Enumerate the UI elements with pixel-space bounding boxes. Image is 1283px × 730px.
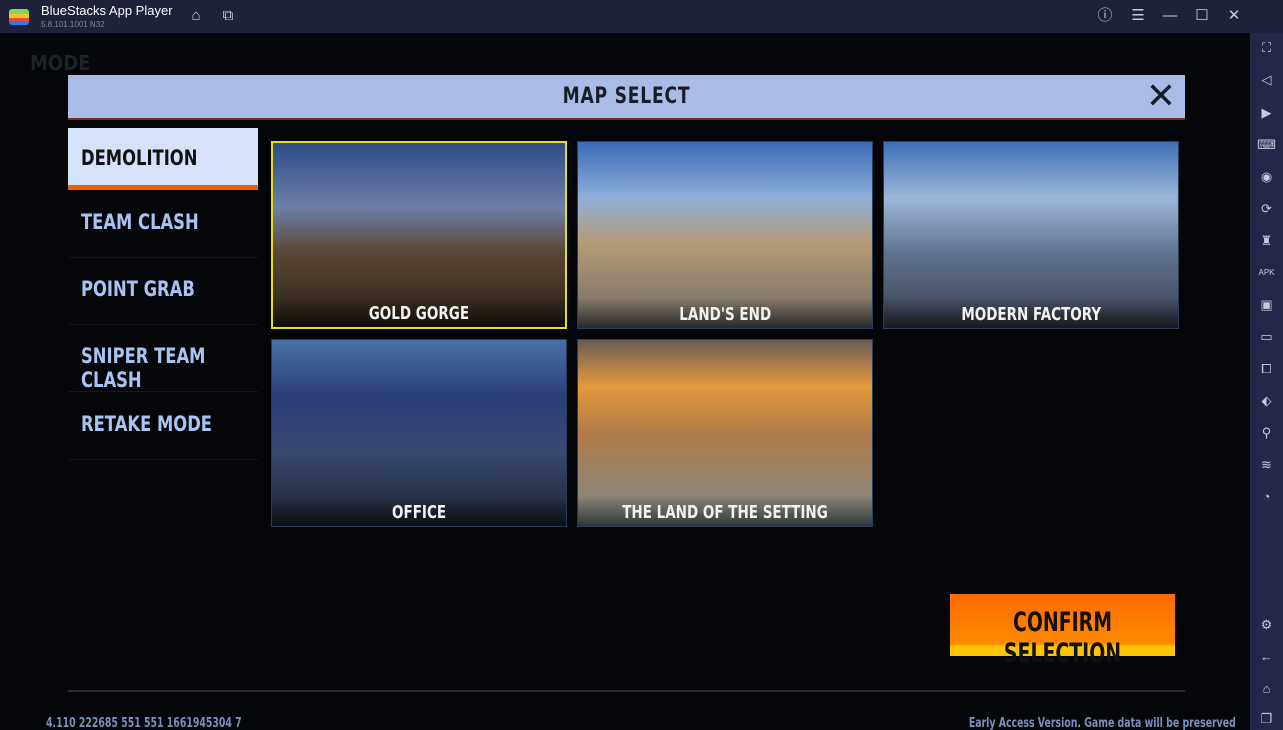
- app-version: 5.8.101.1001 N32: [41, 20, 105, 29]
- early-access-notice: Early Access Version. Game data will be …: [969, 716, 1236, 730]
- modal-header: MAP SELECT ✕: [68, 75, 1185, 120]
- location-icon[interactable]: ⚲: [1257, 423, 1276, 442]
- map-label: LAND'S END: [679, 304, 771, 325]
- volume-mute-icon[interactable]: ◁: [1257, 70, 1276, 89]
- bluestacks-logo: [9, 9, 29, 25]
- modal-title: MAP SELECT: [562, 84, 691, 109]
- map-label: OFFICE: [391, 502, 447, 523]
- background-mode-label: MODE: [30, 51, 91, 75]
- map-lands-end[interactable]: LAND'S END: [577, 141, 873, 329]
- rotate-sync-icon[interactable]: ⟳: [1257, 199, 1276, 218]
- mode-sniper-team-clash[interactable]: SNIPER TEAM CLASH: [68, 326, 258, 392]
- map-label: THE LAND OF THE SETTING SUN: [622, 502, 828, 526]
- layers-icon[interactable]: ≋: [1257, 455, 1276, 474]
- multi-screen-icon[interactable]: ⧠: [1257, 359, 1276, 378]
- close-modal-icon[interactable]: ✕: [1145, 78, 1177, 114]
- map-the-land-of-the-setting-sun[interactable]: THE LAND OF THE SETTING SUN: [577, 339, 873, 527]
- apk-icon[interactable]: APK: [1257, 263, 1276, 282]
- maximize-icon[interactable]: ☐: [1192, 7, 1212, 25]
- macro-icon[interactable]: ♜: [1257, 231, 1276, 250]
- eco-mode-icon[interactable]: ◔: [1257, 487, 1276, 506]
- home-icon[interactable]: ⌂: [1257, 679, 1276, 698]
- record-icon[interactable]: ◉: [1257, 167, 1276, 186]
- mode-point-grab[interactable]: POINT GRAB: [68, 259, 258, 325]
- map-office[interactable]: OFFICE: [271, 339, 567, 527]
- title-bar: BlueStacks App Player 5.8.101.1001 N32 ⌂…: [0, 0, 1283, 33]
- app-title: BlueStacks App Player: [41, 3, 173, 18]
- fullscreen-icon[interactable]: ⛶: [1257, 38, 1276, 57]
- mode-team-clash[interactable]: TEAM CLASH: [68, 192, 258, 258]
- close-icon[interactable]: ✕: [1224, 7, 1244, 25]
- shake-icon[interactable]: ⬖: [1257, 391, 1276, 410]
- mode-label: DEMOLITION: [81, 146, 198, 170]
- map-label: GOLD GORGE: [368, 303, 470, 324]
- minimize-icon[interactable]: —: [1160, 7, 1180, 25]
- back-icon[interactable]: ←: [1257, 647, 1276, 666]
- pointer-icon[interactable]: ▶: [1257, 103, 1276, 122]
- mode-demolition[interactable]: DEMOLITION: [68, 128, 258, 190]
- map-modern-factory[interactable]: MODERN FACTORY: [883, 141, 1179, 329]
- divider: [68, 690, 1185, 692]
- mode-label: RETAKE MODE: [81, 412, 212, 436]
- confirm-label: CONFIRM SELECTION: [1003, 607, 1122, 669]
- multi-instance-icon[interactable]: ⧉: [218, 7, 238, 25]
- mode-label: POINT GRAB: [81, 277, 195, 301]
- map-label: MODERN FACTORY: [961, 304, 1101, 325]
- right-sidebar: ⛶ ◁ ▶ ⌨ ◉ ⟳ ♜ APK ▣ ▭ ⧠ ⬖ ⚲ ≋ ◔ ⚙ ← ⌂ ❐: [1250, 33, 1283, 730]
- game-area: MODE MAP SELECT ✕ DEMOLITION TEAM CLASH …: [0, 33, 1250, 730]
- keyboard-icon[interactable]: ⌨: [1257, 135, 1276, 154]
- folder-icon[interactable]: ▭: [1257, 327, 1276, 346]
- home-icon[interactable]: ⌂: [186, 7, 206, 25]
- mode-retake-mode[interactable]: RETAKE MODE: [68, 394, 258, 460]
- screenshot-icon[interactable]: ▣: [1257, 295, 1276, 314]
- menu-icon[interactable]: ☰: [1128, 7, 1148, 25]
- mode-label: TEAM CLASH: [81, 210, 199, 234]
- help-icon[interactable]: ⓘ: [1095, 7, 1115, 25]
- recent-apps-icon[interactable]: ❐: [1257, 709, 1276, 728]
- map-gold-gorge[interactable]: GOLD GORGE: [271, 141, 567, 329]
- settings-icon[interactable]: ⚙: [1257, 615, 1276, 634]
- build-info: 4.110 222685 551 551 1661945304 7: [46, 716, 242, 730]
- confirm-selection-button[interactable]: CONFIRM SELECTION: [950, 594, 1175, 669]
- mode-label: SNIPER TEAM CLASH: [81, 344, 206, 392]
